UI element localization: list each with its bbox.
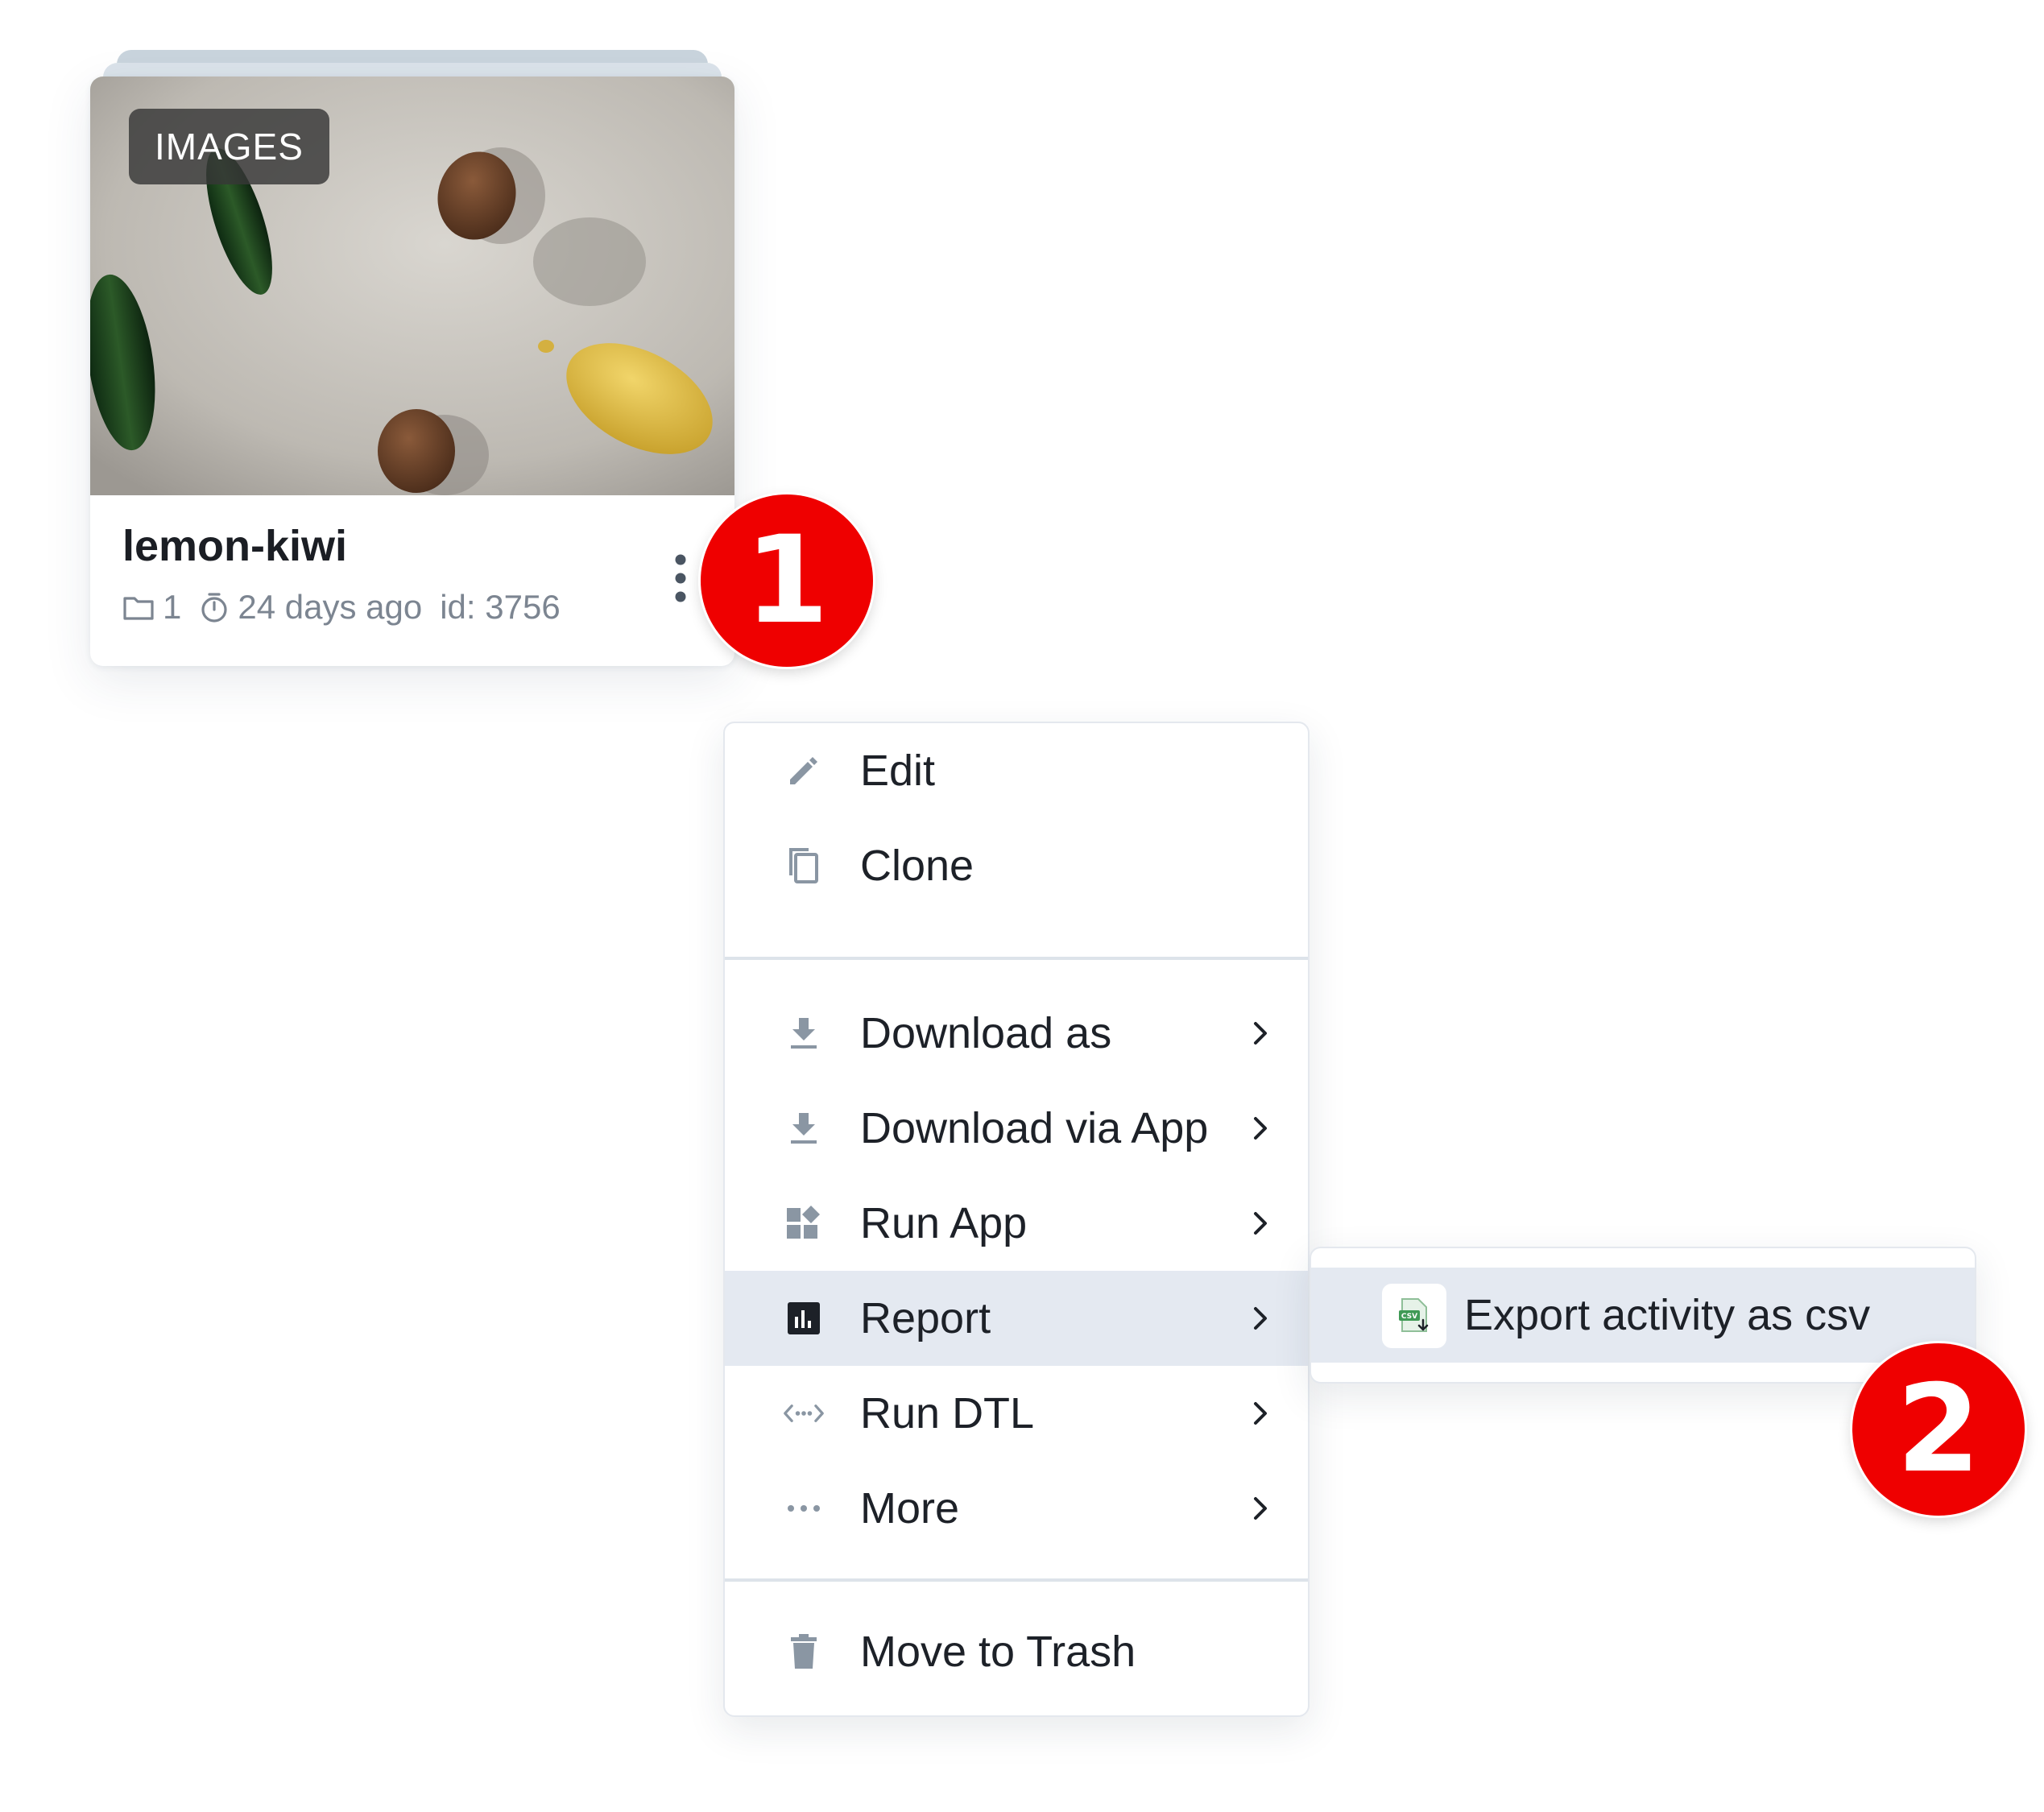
project-context-menu: Edit Clone Download as Download via App … bbox=[723, 722, 1310, 1717]
project-title[interactable]: lemon-kiwi bbox=[122, 521, 347, 571]
code-arrows-icon bbox=[783, 1392, 825, 1434]
menu-item-label: Move to Trash bbox=[860, 1628, 1136, 1676]
submenu-item-label: Export activity as csv bbox=[1464, 1291, 1871, 1339]
submenu-item-export-activity-csv[interactable]: CSV Export activity as csv bbox=[1311, 1268, 1975, 1363]
stopwatch-icon bbox=[199, 591, 230, 623]
menu-item-report[interactable]: Report bbox=[725, 1271, 1308, 1366]
type-badge: IMAGES bbox=[129, 109, 329, 184]
report-submenu: CSV Export activity as csv bbox=[1310, 1247, 1976, 1384]
menu-item-label: More bbox=[860, 1484, 960, 1533]
kebab-menu-icon bbox=[672, 552, 689, 608]
copy-icon bbox=[783, 845, 825, 887]
project-card[interactable]: IMAGES lemon-kiwi 1 24 days ago id: 3756 bbox=[90, 77, 734, 666]
menu-item-download-as[interactable]: Download as bbox=[725, 986, 1308, 1081]
menu-item-label: Clone bbox=[860, 842, 974, 890]
menu-item-label: Download as bbox=[860, 1009, 1112, 1057]
folder-icon bbox=[122, 593, 155, 622]
menu-item-clone[interactable]: Clone bbox=[725, 818, 1308, 913]
menu-item-edit[interactable]: Edit bbox=[725, 723, 1308, 818]
updated-time: 24 days ago bbox=[238, 588, 423, 626]
chevron-right-icon bbox=[1254, 1402, 1267, 1425]
project-id: id: 3756 bbox=[440, 588, 561, 626]
dataset-count: 1 bbox=[163, 588, 182, 626]
menu-item-label: Run DTL bbox=[860, 1389, 1035, 1438]
chevron-right-icon bbox=[1254, 1022, 1267, 1045]
trash-icon bbox=[783, 1631, 825, 1673]
menu-item-label: Edit bbox=[860, 747, 936, 795]
apps-icon bbox=[783, 1202, 825, 1244]
report-chart-icon bbox=[783, 1297, 825, 1339]
chevron-right-icon bbox=[1254, 1212, 1267, 1235]
menu-item-move-to-trash[interactable]: Move to Trash bbox=[725, 1604, 1308, 1699]
svg-text:CSV: CSV bbox=[1401, 1313, 1417, 1321]
menu-item-run-dtl[interactable]: Run DTL bbox=[725, 1366, 1308, 1461]
menu-item-label: Download via App bbox=[860, 1104, 1209, 1152]
menu-divider bbox=[725, 957, 1308, 960]
menu-item-more[interactable]: More bbox=[725, 1461, 1308, 1556]
project-meta: 1 24 days ago id: 3756 bbox=[122, 588, 561, 627]
menu-item-label: Run App bbox=[860, 1199, 1028, 1247]
chevron-right-icon bbox=[1254, 1497, 1267, 1520]
chevron-right-icon bbox=[1254, 1117, 1267, 1140]
step-badge-1: 1 bbox=[701, 494, 873, 667]
download-icon bbox=[783, 1012, 825, 1054]
menu-item-download-via-app[interactable]: Download via App bbox=[725, 1081, 1308, 1176]
menu-item-label: Report bbox=[860, 1294, 991, 1342]
menu-item-run-app[interactable]: Run App bbox=[725, 1176, 1308, 1271]
ellipsis-icon bbox=[783, 1487, 825, 1529]
project-actions-button[interactable] bbox=[659, 544, 702, 616]
menu-divider bbox=[725, 1578, 1308, 1582]
screenshot-stage: IMAGES lemon-kiwi 1 24 days ago id: 3756… bbox=[0, 0, 2044, 1812]
chevron-right-icon bbox=[1254, 1307, 1267, 1330]
pencil-icon bbox=[783, 750, 825, 792]
step-badge-2: 2 bbox=[1852, 1343, 2025, 1516]
csv-file-icon: CSV bbox=[1382, 1284, 1446, 1348]
download-icon bbox=[783, 1107, 825, 1149]
